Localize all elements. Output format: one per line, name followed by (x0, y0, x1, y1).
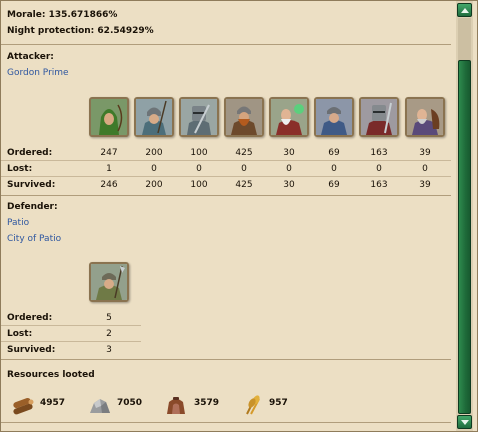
defender-ordered-value: 5 (106, 313, 112, 323)
lost-label: Lost: (7, 164, 33, 174)
resources-heading: Resources looted (7, 370, 95, 380)
divider (1, 44, 451, 45)
attacker-lost-value: 0 (286, 164, 292, 174)
attacker-ordered-value: 200 (145, 148, 163, 158)
spearman-icon (89, 262, 129, 302)
stone-icon (88, 394, 112, 416)
attacker-lost-value: 0 (376, 164, 382, 174)
scrollbar-thumb[interactable] (458, 60, 471, 414)
attacker-survived-value: 246 (100, 180, 118, 190)
ordered-label: Ordered: (7, 313, 53, 323)
scroll-up-button[interactable] (457, 3, 472, 17)
attacker-lost-value: 0 (422, 164, 428, 174)
defender-survived-value: 3 (106, 345, 112, 355)
morale-text: Morale: 135.671866% (7, 10, 118, 20)
mage-icon (269, 97, 309, 137)
heavy-cavalry-icon (359, 97, 399, 137)
survived-label: Survived: (7, 180, 56, 190)
stone-value: 7050 (117, 398, 143, 408)
survived-label: Survived: (7, 345, 56, 355)
attacker-lost-value: 0 (331, 164, 337, 174)
attacker-survived-value: 39 (419, 180, 431, 190)
row-divider (1, 325, 141, 326)
vertical-scrollbar[interactable] (456, 1, 473, 431)
attacker-lost-value: 0 (241, 164, 247, 174)
attacker-survived-value: 30 (283, 180, 295, 190)
defender-village-link[interactable]: City of Patio (7, 234, 61, 244)
defender-heading: Defender: (7, 202, 58, 212)
attacker-ordered-value: 30 (283, 148, 295, 158)
archer-icon (89, 97, 129, 137)
attacker-ordered-value: 100 (190, 148, 208, 158)
defender-lost-value: 2 (106, 329, 112, 339)
attacker-lost-value: 0 (196, 164, 202, 174)
grain-icon (241, 394, 265, 416)
scroll-down-button[interactable] (457, 415, 472, 429)
battle-report-panel: Morale: 135.671866% Night protection: 62… (0, 0, 478, 432)
iron-value: 3579 (194, 398, 220, 408)
attacker-lost-value: 1 (106, 164, 112, 174)
attacker-lost-value: 0 (151, 164, 157, 174)
attacker-heading: Attacker: (7, 52, 54, 62)
ordered-label: Ordered: (7, 148, 53, 158)
attacker-survived-value: 200 (145, 180, 163, 190)
divider (1, 422, 451, 423)
row-divider (1, 341, 141, 342)
attacker-survived-value: 100 (190, 180, 208, 190)
divider (1, 359, 451, 360)
night-protection-text: Night protection: 62.54929% (7, 26, 154, 36)
swordsman-icon (179, 97, 219, 137)
spearman-icon (134, 97, 174, 137)
attacker-ordered-value: 247 (100, 148, 118, 158)
noble-icon (405, 97, 445, 137)
iron-icon (164, 394, 188, 416)
chevron-down-icon (461, 420, 469, 425)
attacker-ordered-value: 425 (235, 148, 253, 158)
axeman-icon (224, 97, 264, 137)
light-cavalry-icon (314, 97, 354, 137)
attacker-survived-value: 425 (235, 180, 253, 190)
attacker-player-link[interactable]: Gordon Prime (7, 68, 69, 78)
lost-label: Lost: (7, 329, 33, 339)
chevron-up-icon (461, 8, 469, 13)
attacker-ordered-value: 163 (370, 148, 388, 158)
scrollbar-track[interactable] (458, 18, 471, 414)
row-divider (1, 160, 451, 161)
attacker-ordered-value: 69 (328, 148, 340, 158)
wood-icon (11, 394, 35, 416)
wood-value: 4957 (40, 398, 66, 408)
report-content: Morale: 135.671866% Night protection: 62… (1, 1, 453, 431)
defender-player-link[interactable]: Patio (7, 218, 29, 228)
attacker-ordered-value: 39 (419, 148, 431, 158)
attacker-survived-value: 69 (328, 180, 340, 190)
row-divider (1, 176, 451, 177)
divider (1, 195, 451, 196)
grain-value: 957 (269, 398, 288, 408)
attacker-survived-value: 163 (370, 180, 388, 190)
